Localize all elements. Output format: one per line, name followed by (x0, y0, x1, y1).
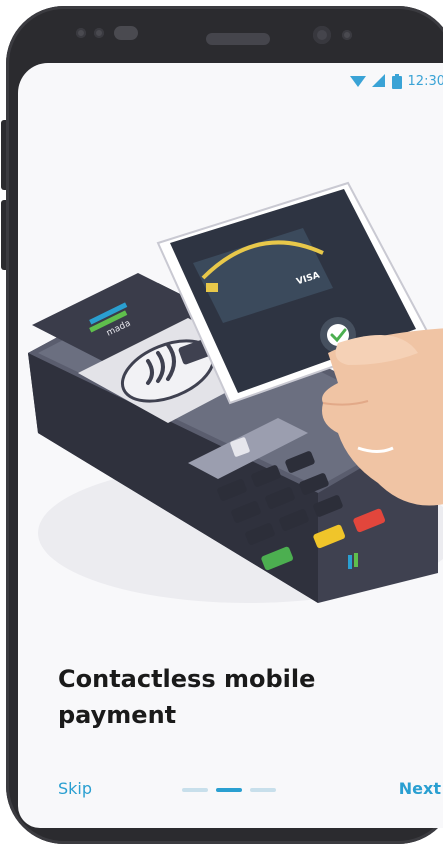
signal-icon (371, 74, 385, 87)
skip-button[interactable]: Skip (58, 779, 92, 798)
page-indicator (182, 788, 276, 792)
sensor-pill (114, 26, 138, 40)
phone-screen: 12:30 mada VISA Contactless mobile payme… (18, 63, 443, 828)
wifi-icon (349, 76, 366, 87)
sensor-dot (76, 28, 86, 38)
sensor-dot (94, 28, 104, 38)
status-time: 12:30 (407, 73, 443, 89)
title-line-2: payment (58, 701, 177, 729)
onboarding-title: Contactless mobile payment (58, 661, 418, 733)
next-button[interactable]: Next (399, 779, 441, 798)
status-bar: 12:30 (349, 71, 443, 91)
sensor-dot (342, 30, 352, 40)
battery-icon (391, 73, 402, 89)
page-indicator-dot[interactable] (250, 788, 276, 792)
phone-frame: 12:30 mada VISA Contactless mobile payme… (6, 6, 443, 844)
page-indicator-dot[interactable] (182, 788, 208, 792)
front-camera (313, 26, 331, 44)
earpiece-speaker (206, 33, 270, 45)
contactless-payment-illustration: mada VISA (28, 181, 443, 603)
phone-top-bezel (6, 6, 443, 64)
page-indicator-dot-active[interactable] (216, 788, 242, 792)
title-line-1: Contactless mobile (58, 665, 316, 693)
onboarding-footer: Skip Next (18, 775, 443, 805)
